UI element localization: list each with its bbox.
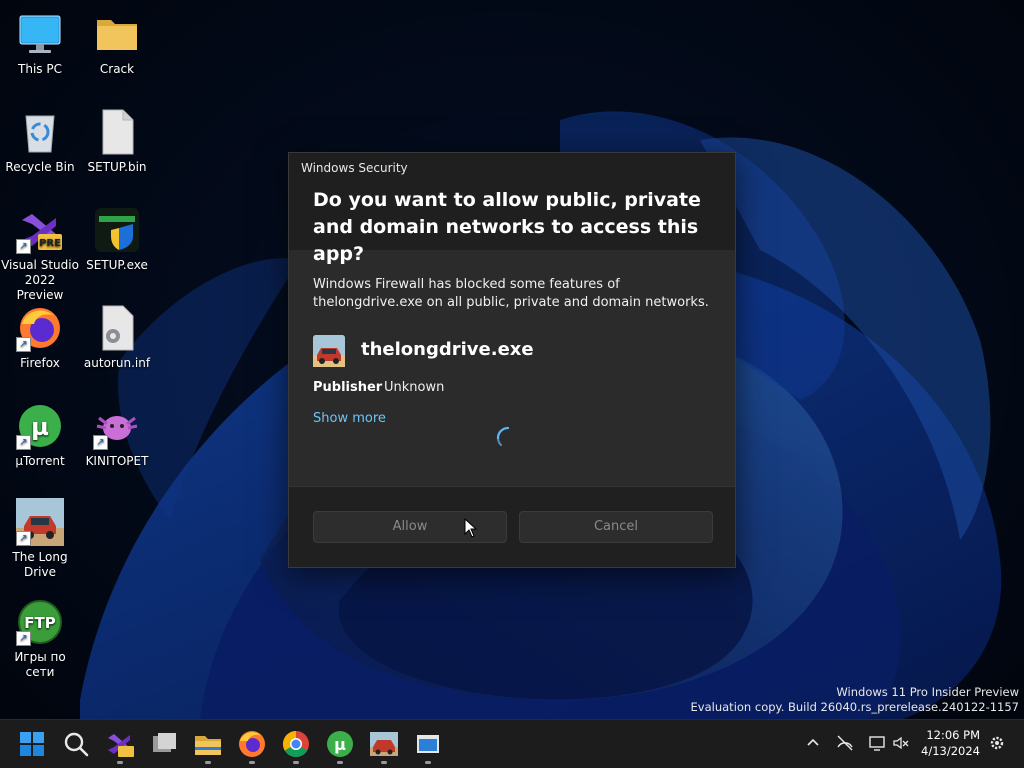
watermark-line-1: Windows 11 Pro Insider Preview (836, 685, 1019, 699)
running-indicator (205, 761, 211, 764)
desktop-icon-setup-bin[interactable]: SETUP.bin (77, 108, 157, 175)
desktop-icon-label: Firefox (20, 356, 60, 370)
desktop-icon-visual-studio[interactable]: PRE ↗ Visual Studio 2022 Preview (0, 206, 80, 303)
folder-icon (93, 10, 141, 58)
visual-studio-icon: PRE ↗ (16, 206, 64, 254)
dialog-header: Windows Security Do you want to allow pu… (289, 153, 735, 265)
running-indicator (117, 761, 123, 764)
shortcut-arrow-icon: ↗ (16, 435, 31, 450)
desktop-icon-label: Игры по сети (14, 650, 66, 679)
the-long-drive-icon[interactable] (368, 728, 400, 764)
desktop-icon-firefox[interactable]: ↗ Firefox (0, 304, 80, 371)
recycle-bin-icon (16, 108, 64, 156)
task-view-icon[interactable] (148, 728, 180, 760)
file-icon (93, 108, 141, 156)
app-name: thelongdrive.exe (361, 339, 534, 360)
desktop-icon-label: Crack (99, 62, 135, 76)
network-icon[interactable] (836, 734, 854, 752)
chrome-icon[interactable] (280, 728, 312, 764)
app-window-icon[interactable] (412, 728, 444, 764)
setup-exe-icon (93, 206, 141, 254)
clock-date: 4/13/2024 (921, 744, 980, 758)
desktop-icon-utorrent[interactable]: µ ↗ µTorrent (0, 402, 80, 469)
desktop-icon-the-long-drive[interactable]: ↗ The Long Drive (0, 498, 80, 580)
dialog-footer: Allow Cancel (289, 486, 735, 567)
desktop-icon-this-pc[interactable]: This PC (0, 10, 80, 77)
build-watermark: Windows 11 Pro Insider Preview Evaluatio… (691, 685, 1019, 715)
cancel-button[interactable]: Cancel (519, 511, 713, 543)
file-explorer-icon[interactable] (192, 728, 224, 764)
firefox-icon: ↗ (16, 304, 64, 352)
desktop-icon-label: Recycle Bin (5, 160, 75, 174)
running-indicator (381, 761, 387, 764)
app-car-icon (313, 335, 345, 367)
desktop-icon-autorun[interactable]: autorun.inf (77, 304, 157, 371)
publisher-value: Unknown (384, 380, 445, 395)
shortcut-arrow-icon: ↗ (16, 239, 31, 254)
taskbar-clock[interactable]: 12:06 PM 4/13/2024 (921, 727, 980, 759)
svg-text:µ: µ (334, 735, 346, 754)
running-indicator (337, 761, 343, 764)
search-icon[interactable] (60, 728, 92, 760)
ftp-icon: FTP ↗ (16, 598, 64, 646)
running-indicator (425, 761, 431, 764)
car-icon: ↗ (16, 498, 64, 546)
running-indicator (293, 761, 299, 764)
desktop-icon-label: µTorrent (15, 454, 65, 468)
start-icon[interactable] (16, 728, 48, 760)
dialog-app-title: Windows Security (301, 161, 408, 175)
running-indicator (249, 761, 255, 764)
desktop-icon-label: SETUP.exe (86, 258, 148, 272)
firefox-icon[interactable] (236, 728, 268, 764)
shortcut-arrow-icon: ↗ (16, 631, 31, 646)
windows-security-dialog: Windows Security Do you want to allow pu… (288, 152, 736, 568)
desktop-icon-label: autorun.inf (83, 356, 151, 370)
loading-spinner-icon (496, 426, 520, 450)
settings-file-icon (93, 304, 141, 352)
utorrent-icon[interactable]: µ (324, 728, 356, 764)
shortcut-arrow-icon: ↗ (93, 435, 108, 450)
monitor-icon (16, 10, 64, 58)
watermark-line-2: Evaluation copy. Build 26040.rs_prerelea… (690, 700, 1019, 714)
notification-gear-icon[interactable] (988, 734, 1006, 752)
desktop-icon-recycle-bin[interactable]: Recycle Bin (0, 108, 80, 175)
desktop-icon-kinitopet[interactable]: ↗ KINITOPET (77, 402, 157, 469)
visual-studio-icon[interactable] (104, 728, 136, 764)
shortcut-arrow-icon: ↗ (16, 337, 31, 352)
chevron-up-icon[interactable] (804, 734, 822, 752)
taskbar: µ 12:06 PM 4/13/2024 (0, 719, 1024, 768)
show-more-link[interactable]: Show more (313, 411, 386, 426)
dialog-body: Windows Firewall has blocked some featur… (289, 250, 735, 486)
desktop-icon-crack[interactable]: Crack (77, 10, 157, 77)
desktop-icon-label: KINITOPET (85, 454, 149, 468)
desktop-icon-label: The Long Drive (12, 550, 68, 579)
ftp-badge-text: FTP (24, 614, 55, 632)
desktop-icon-setup-exe[interactable]: SETUP.exe (77, 206, 157, 273)
desktop-icon-lan-games[interactable]: FTP ↗ Игры по сети (0, 598, 80, 680)
display-icon[interactable] (868, 734, 886, 752)
desktop-icon-label: This PC (18, 62, 62, 76)
pre-badge-text: PRE (39, 238, 61, 249)
mouse-cursor-icon (464, 517, 478, 538)
dialog-description: Windows Firewall has blocked some featur… (313, 277, 709, 310)
publisher-label: Publisher (313, 380, 383, 395)
clock-time: 12:06 PM (926, 728, 980, 742)
desktop-icon-label: Visual Studio 2022 Preview (1, 258, 79, 302)
svg-text:µ: µ (31, 413, 49, 441)
shortcut-arrow-icon: ↗ (16, 531, 31, 546)
volume-muted-icon[interactable] (892, 734, 910, 752)
utorrent-icon: µ ↗ (16, 402, 64, 450)
desktop-icon-label: SETUP.bin (87, 160, 147, 174)
axolotl-icon: ↗ (93, 402, 141, 450)
